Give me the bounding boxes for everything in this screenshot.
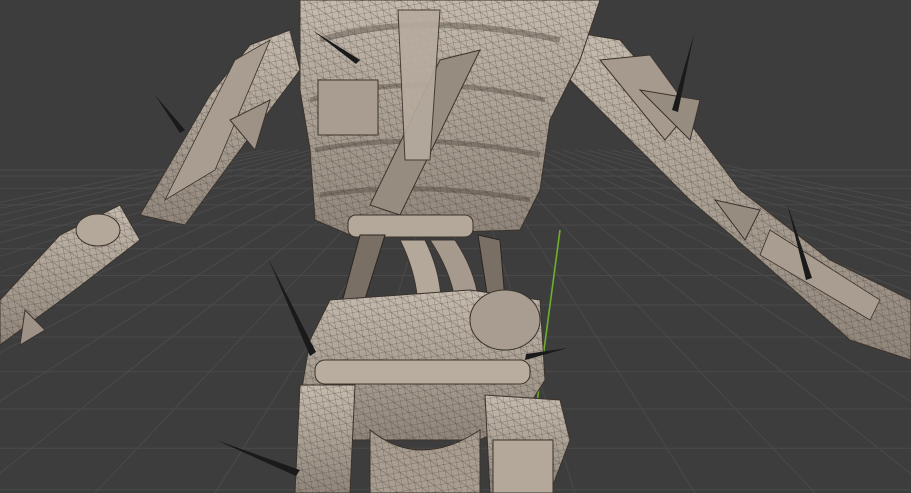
grid-line [0, 149, 276, 209]
left-arm[interactable] [0, 29, 301, 346]
skeleton-mesh[interactable] [0, 0, 911, 493]
3d-viewport[interactable] [0, 0, 911, 493]
viewport-canvas[interactable] [0, 0, 911, 493]
ribcage[interactable] [299, 0, 601, 238]
